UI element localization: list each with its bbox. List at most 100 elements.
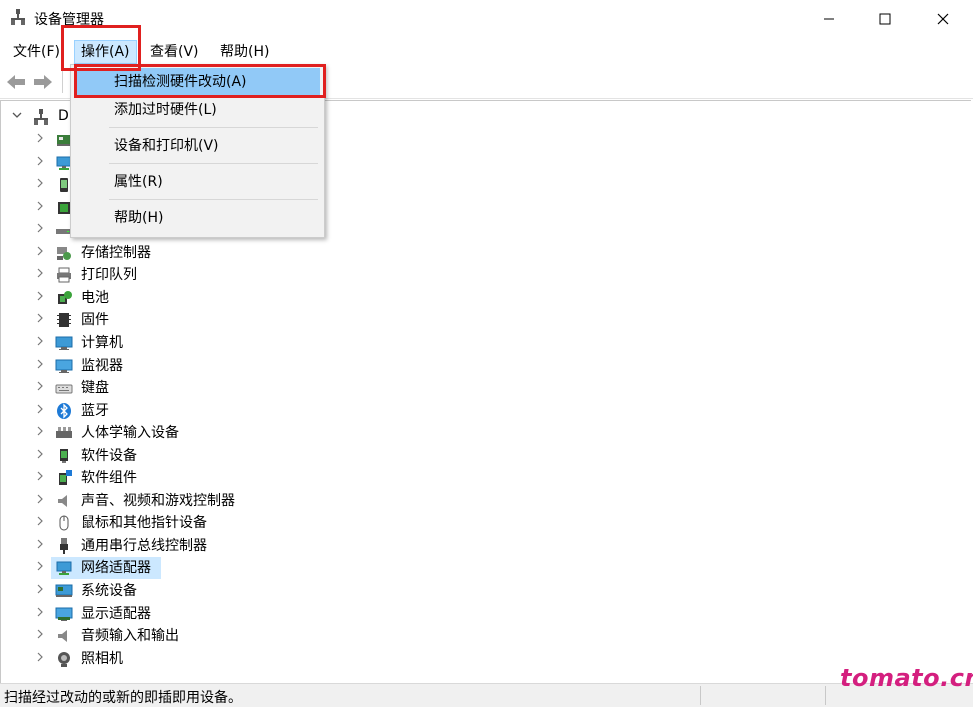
tree-node-label: 打印队列 [81,267,137,284]
network-adapter-icon [55,559,73,577]
tree-node[interactable]: 电池 [1,287,601,309]
expand-chevron-icon[interactable] [35,290,45,304]
menu-separator [109,127,318,128]
tree-node[interactable]: 通用串行总线控制器 [1,535,601,557]
monitor-icon [55,357,73,375]
tree-node[interactable]: 鼠标和其他指针设备 [1,512,601,534]
expand-chevron-icon[interactable] [35,335,45,349]
expand-chevron-icon[interactable] [35,132,45,146]
tree-node[interactable]: 存储控制器 [1,242,601,264]
expand-chevron-icon[interactable] [35,222,45,236]
menu-action[interactable]: 操作(A) [74,40,137,64]
tree-node[interactable]: 打印队列 [1,264,601,286]
back-arrow-icon [7,75,25,89]
tree-node-label: 计算机 [81,334,123,351]
status-text: 扫描经过改动的或新的即插即用设备。 [4,690,242,706]
expand-chevron-icon[interactable] [35,177,45,191]
menu-help[interactable]: 帮助(H) [214,41,275,63]
tree-node-label: 通用串行总线控制器 [81,537,207,554]
expand-chevron-icon[interactable] [35,380,45,394]
close-button[interactable] [914,0,972,38]
tree-node-label: 鼠标和其他指针设备 [81,515,207,532]
tree-node-label: 软件组件 [81,470,137,487]
tree-node[interactable]: 蓝牙 [1,400,601,422]
expand-chevron-icon[interactable] [35,200,45,214]
tree-node-label: 存储控制器 [81,244,151,261]
expand-chevron-icon[interactable] [35,425,45,439]
software-component-icon [55,469,73,487]
tree-node-label: 监视器 [81,357,123,374]
menu-separator [109,163,318,164]
expand-chevron-icon[interactable] [35,651,45,665]
keyboard-icon [55,379,73,397]
tree-node[interactable]: 人体学输入设备 [1,422,601,444]
software-device-icon [55,447,73,465]
expand-chevron-icon[interactable] [35,560,45,574]
tree-node[interactable]: 监视器 [1,355,601,377]
menu-item-add-legacy-hardware[interactable]: 添加过时硬件(L) [74,96,320,124]
expand-chevron-icon[interactable] [35,493,45,507]
expand-chevron-icon[interactable] [35,515,45,529]
forward-arrow-icon [34,75,52,89]
tree-node-label: 显示适配器 [81,605,151,622]
expand-chevron-icon[interactable] [35,155,45,169]
maximize-icon [879,13,891,25]
expand-chevron-icon[interactable] [35,470,45,484]
forward-button[interactable] [32,72,54,92]
status-divider [700,686,701,705]
window-title: 设备管理器 [34,12,104,28]
expand-chevron-icon[interactable] [11,108,25,124]
mouse-icon [55,514,73,532]
tree-node-label: 系统设备 [81,583,137,599]
tree-node-label: 电池 [81,289,109,306]
maximize-button[interactable] [856,0,914,38]
tree-node[interactable]: 网络适配器 [1,557,601,580]
status-bar: 扫描经过改动的或新的即插即用设备。 [0,683,973,707]
tree-node-label: 音频输入和输出 [81,628,179,645]
expand-chevron-icon[interactable] [35,538,45,552]
tree-node[interactable]: 软件设备 [1,445,601,467]
action-dropdown-menu: 扫描检测硬件改动(A) 添加过时硬件(L) 设备和打印机(V) 属性(R) 帮助… [70,64,325,238]
tree-node[interactable]: 显示适配器 [1,603,601,625]
expand-chevron-icon[interactable] [35,358,45,372]
display-adapter-icon [55,605,73,623]
tree-node-label: 蓝牙 [81,402,109,419]
expand-chevron-icon[interactable] [35,606,45,620]
menu-item-scan-hardware[interactable]: 扫描检测硬件改动(A) [74,68,320,96]
tree-node[interactable]: 键盘 [1,377,601,399]
tree-node[interactable]: 照相机 [1,648,601,670]
expand-chevron-icon[interactable] [35,628,45,642]
tree-node[interactable]: 声音、视频和游戏控制器 [1,490,601,512]
expand-chevron-icon[interactable] [35,267,45,281]
tree-node[interactable]: 音频输入和输出 [1,625,601,647]
expand-chevron-icon[interactable] [35,245,45,259]
expand-chevron-icon[interactable] [35,583,45,597]
system-device-icon [55,582,73,600]
menu-item-properties[interactable]: 属性(R) [74,168,320,196]
storage-controller-icon [55,244,73,262]
tree-node[interactable]: 系统设备 [1,580,601,602]
menu-file[interactable]: 文件(F) [7,41,66,63]
hid-icon [55,424,73,442]
tree-node[interactable]: 计算机 [1,332,601,354]
menu-item-help[interactable]: 帮助(H) [74,204,320,232]
minimize-button[interactable] [800,0,858,38]
expand-chevron-icon[interactable] [35,403,45,417]
computer-icon [55,334,73,352]
audio-io-icon [55,627,73,645]
back-button[interactable] [5,72,27,92]
title-bar: 设备管理器 [0,0,973,38]
bluetooth-icon [55,402,73,420]
tree-node-label: 声音、视频和游戏控制器 [81,492,235,509]
menu-view[interactable]: 查看(V) [144,41,205,63]
tree-node-label: 键盘 [81,380,109,397]
expand-chevron-icon[interactable] [35,448,45,462]
tree-node[interactable]: 软件组件 [1,467,601,489]
menu-bar: 文件(F) 操作(A) 查看(V) 帮助(H) [0,38,973,66]
tree-node-label: 网络适配器 [81,560,151,577]
tree-node[interactable]: 固件 [1,309,601,331]
firmware-icon [55,311,73,329]
expand-chevron-icon[interactable] [35,312,45,326]
speaker-icon [55,492,73,510]
menu-item-devices-and-printers[interactable]: 设备和打印机(V) [74,132,320,160]
